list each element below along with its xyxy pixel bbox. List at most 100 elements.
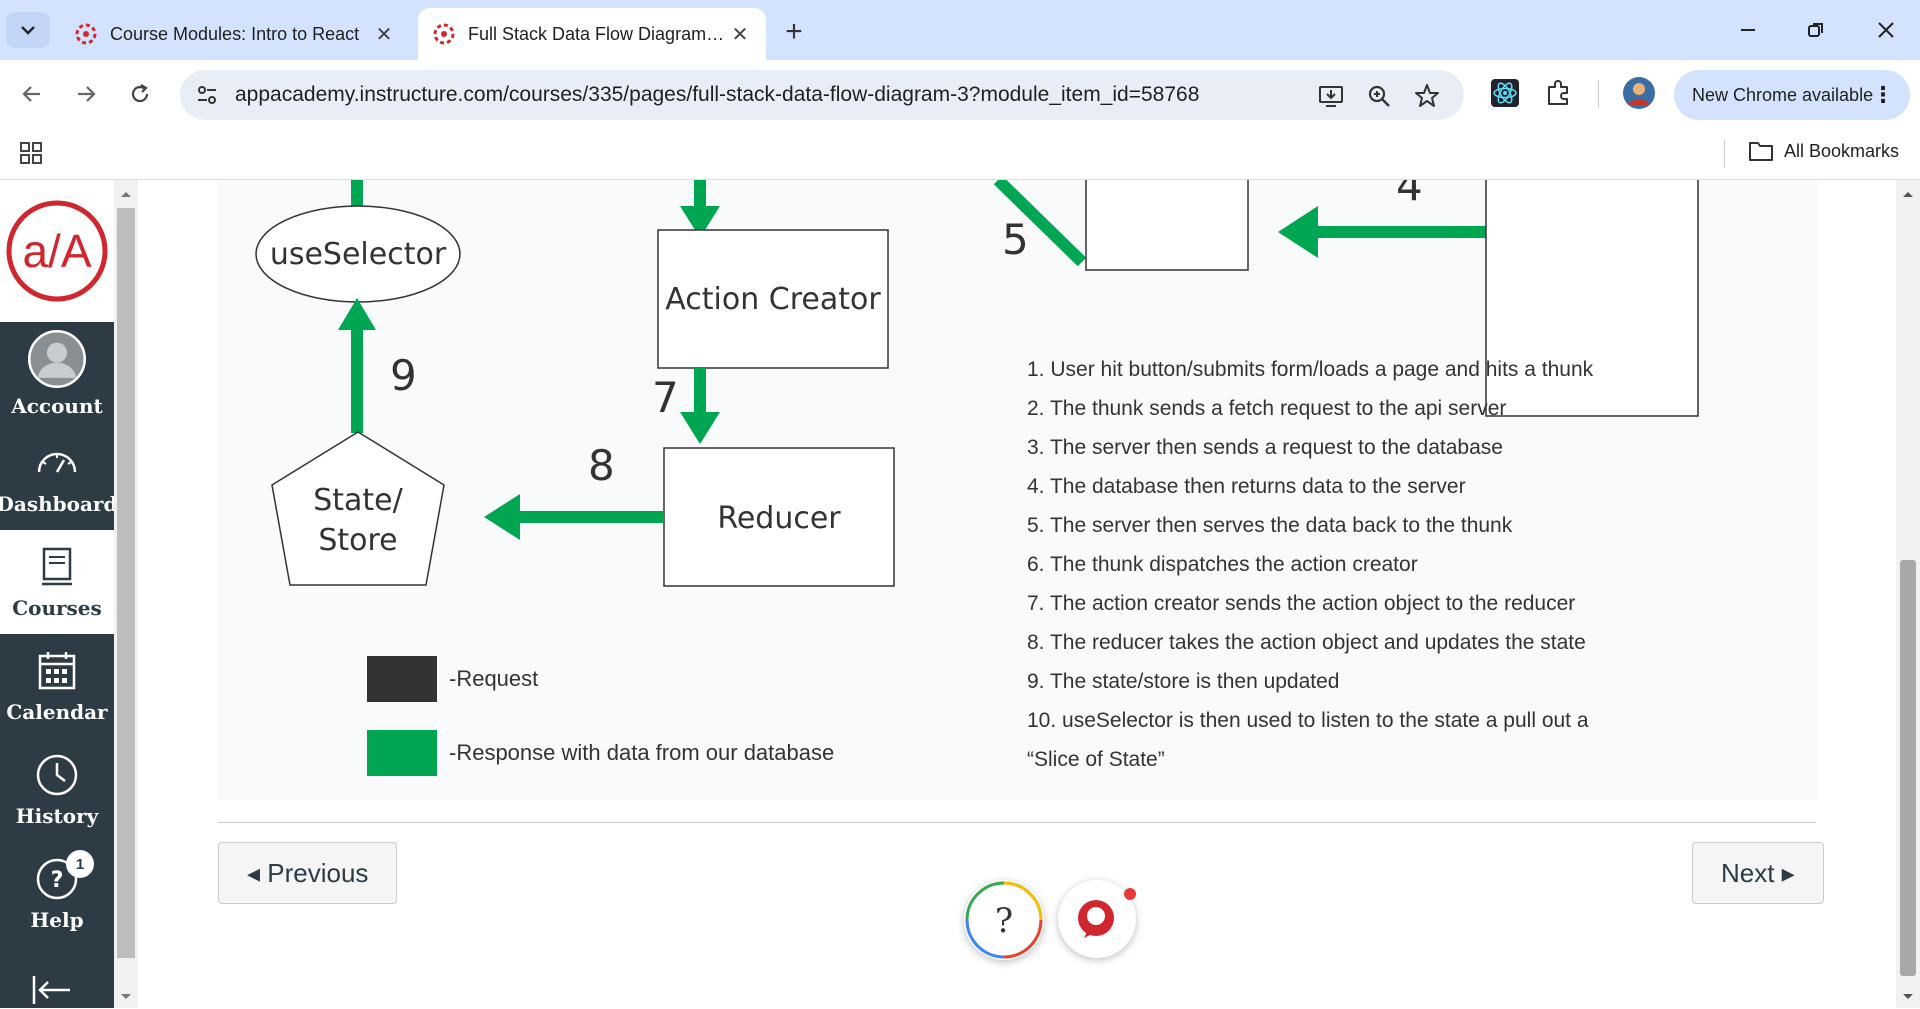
nav-account[interactable]: Account [0,322,114,426]
chevron-down-icon [21,26,35,35]
close-window-button[interactable] [1856,6,1916,54]
step-item: 5. The server then serves the data back … [1027,514,1513,537]
folder-icon [1749,142,1773,161]
app-academy-logo[interactable]: a/A [0,180,114,322]
browser-toolbar: appacademy.instructure.com/courses/335/p… [0,60,1920,128]
nav-dashboard[interactable]: Dashboard [0,426,118,530]
close-icon[interactable]: ✕ [372,22,396,46]
arrow-4-label: 4 [1396,180,1423,210]
scroll-down-icon[interactable] [114,986,138,1006]
react-devtools-icon[interactable] [1490,78,1520,108]
arrow-9-head [338,298,376,330]
step-item: 1. User hit button/submits form/loads a … [1027,358,1594,381]
step-item: 9. The state/store is then updated [1027,670,1340,693]
step-item: 7. The action creator sends the action o… [1027,592,1576,615]
nav-courses[interactable]: Courses [0,530,114,634]
minimize-button[interactable] [1718,6,1778,54]
next-button[interactable]: Next ▸ [1692,842,1824,904]
arrow-8-head [484,494,520,540]
legend-swatch-response [367,730,437,776]
close-icon[interactable]: ✕ [728,22,752,46]
sidebar-scrollbar[interactable] [114,180,138,1008]
help-widget-button[interactable]: ? [964,880,1044,960]
arrow-9-label: 9 [390,351,417,400]
minimize-icon [1741,29,1755,31]
address-bar[interactable]: appacademy.instructure.com/courses/335/p… [180,70,1464,120]
close-icon [1878,22,1894,38]
reload-button[interactable] [120,74,160,114]
arrow-9 [351,325,363,433]
legend-label: -Request [449,666,539,691]
back-button[interactable] [12,74,52,114]
page-scrollbar[interactable] [1896,180,1920,1008]
step-item: 3. The server then sends a request to th… [1027,436,1503,459]
arrow-6-segment [694,180,706,210]
arrow-7 [694,368,706,418]
extensions-icon[interactable] [1544,78,1574,108]
tab-title: Course Modules: Intro to React [110,23,360,44]
previous-button[interactable]: ◂ Previous [218,842,398,904]
apps-grid-icon[interactable] [18,140,44,166]
nav-label: Dashboard [0,492,118,516]
scrollbar-thumb[interactable] [1900,560,1916,976]
arrow-10-segment [351,180,363,208]
tab-full-stack-diagram[interactable]: Full Stack Data Flow Diagram: Intro to R… [418,8,766,60]
bookmark-star-icon[interactable] [1414,83,1440,109]
next-label: Next ▸ [1721,857,1795,888]
nav-label: History [15,804,99,828]
scroll-up-icon[interactable] [114,184,138,204]
step-item: 8. The reducer takes the action object a… [1027,631,1586,654]
nav-calendar[interactable]: Calendar [0,634,114,738]
forward-button[interactable] [66,74,106,114]
zoom-icon[interactable] [1366,83,1392,109]
toolbar-separator [1598,80,1599,108]
new-tab-button[interactable]: + [776,14,812,50]
arrow-8 [508,511,664,523]
step-item: 6. The thunk dispatches the action creat… [1027,553,1418,576]
new-chrome-available-button[interactable]: New Chrome available ⋮ [1674,70,1910,120]
install-app-icon[interactable] [1318,83,1344,109]
app-academy-logo-icon: a/A [6,200,108,302]
profile-avatar[interactable] [1622,76,1656,110]
previous-label: ◂ Previous [247,857,369,888]
all-bookmarks-label: All Bookmarks [1784,140,1900,161]
account-icon [28,330,86,388]
dashboard-icon [37,452,77,473]
collapse-arrow-icon [32,976,70,1004]
restore-button[interactable] [1786,6,1846,54]
step-item: 4. The database then returns data to the… [1027,475,1466,498]
chat-bubble-icon [1078,888,1136,938]
calendar-icon [38,652,76,690]
nav-label: Help [30,908,84,932]
arrow-8-label: 8 [588,441,615,490]
logo-text: a/A [22,225,91,277]
arrow-4 [1308,226,1486,238]
steps-list: 1. User hit button/submits form/loads a … [1027,350,1593,779]
canvas-favicon-icon [75,23,97,45]
scroll-down-icon[interactable] [1896,986,1920,1006]
tab-course-modules[interactable]: Course Modules: Intro to React ✕ [60,8,410,60]
arrow-right-icon [78,86,96,102]
scroll-up-icon[interactable] [1896,184,1920,204]
tab-search-button[interactable] [6,12,50,48]
chat-widget-button[interactable] [1058,880,1136,958]
nav-help[interactable]: ? 1 Help [0,842,114,946]
tab-title: Full Stack Data Flow Diagram: Intro to R… [468,23,728,44]
state-label-line1: State/ [313,483,403,518]
server-node [1085,180,1249,271]
arrow-left-icon [22,86,40,102]
arrow-7-label: 7 [652,373,679,422]
canvas-favicon-icon [433,23,455,45]
scrollbar-thumb[interactable] [117,208,135,958]
nav-label: Calendar [6,700,108,724]
step-item: 10. useSelector is then used to listen t… [1027,709,1589,732]
page-content: useSelector 9 State/ Store Action Creato… [138,180,1896,1008]
collapse-nav-button[interactable] [30,974,76,1009]
bookmarks-separator [1724,140,1725,168]
nav-history[interactable]: History [0,738,114,842]
legend-swatch-request [367,656,437,702]
all-bookmarks-button[interactable]: All Bookmarks [1748,140,1899,162]
legend-request: -Request [367,656,538,702]
bookmarks-bar: All Bookmarks [0,128,1920,180]
site-info-icon[interactable] [194,82,220,108]
